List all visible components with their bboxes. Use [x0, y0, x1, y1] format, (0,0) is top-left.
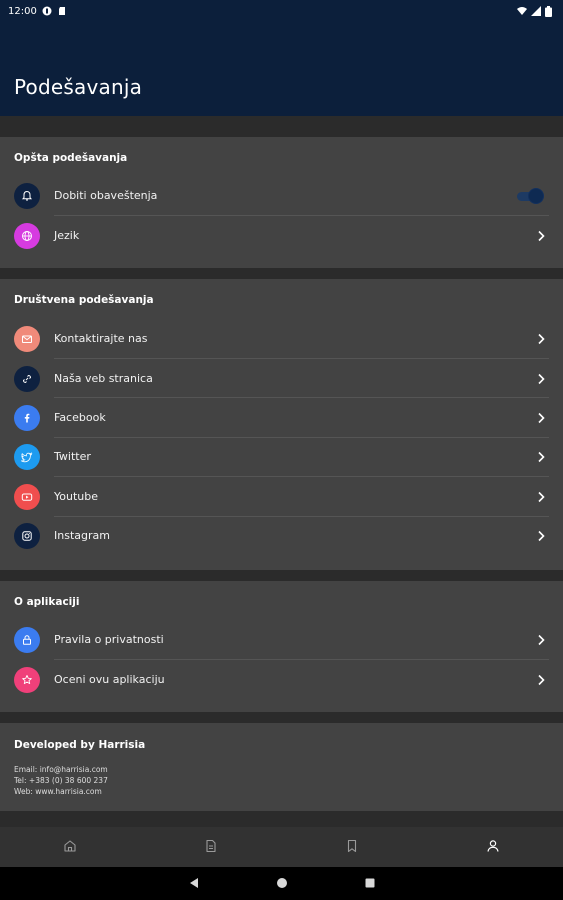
notifications-row[interactable]: Dobiti obaveštenja — [0, 176, 563, 215]
language-row[interactable]: Jezik — [0, 216, 563, 255]
facebook-label: Facebook — [54, 411, 106, 424]
developer-email: Email: info@harrisia.com — [14, 765, 108, 774]
youtube-label: Youtube — [54, 490, 98, 503]
person-icon — [486, 838, 500, 857]
back-icon[interactable] — [188, 874, 200, 893]
page-title: Podešavanja — [14, 75, 143, 99]
nav-home[interactable] — [0, 827, 141, 867]
star-icon — [14, 666, 40, 693]
privacy-label: Pravila o privatnosti — [54, 633, 164, 646]
status-bar: 12:00 — [0, 0, 563, 22]
status-sdcard-icon — [57, 6, 67, 16]
chevron-right-icon — [535, 373, 547, 385]
developer-tel: Tel: +383 (0) 38 600 237 — [14, 776, 108, 785]
contact-label: Kontaktirajte nas — [54, 332, 148, 345]
youtube-row[interactable]: Youtube — [0, 477, 563, 516]
twitter-icon — [14, 443, 40, 470]
chevron-right-icon — [535, 412, 547, 424]
contact-row[interactable]: Kontaktirajte nas — [0, 319, 563, 358]
status-app-icon — [42, 6, 52, 16]
chevron-right-icon — [535, 230, 547, 242]
social-settings-card: Društvena podešavanja Kontaktirajte nas … — [0, 279, 563, 570]
link-icon — [14, 365, 40, 392]
notifications-label: Dobiti obaveštenja — [54, 189, 158, 202]
chevron-right-icon — [535, 451, 547, 463]
general-settings-title: Opšta podešavanja — [14, 152, 128, 164]
chevron-right-icon — [535, 530, 547, 542]
home-icon — [63, 838, 77, 857]
website-label: Naša veb stranica — [54, 372, 153, 385]
youtube-icon — [14, 483, 40, 510]
recents-icon[interactable] — [364, 874, 376, 893]
chevron-right-icon — [535, 333, 547, 345]
developer-card: Developed by Harrisia Email: info@harris… — [0, 723, 563, 811]
notifications-toggle[interactable] — [517, 188, 543, 203]
system-nav-bar — [0, 867, 563, 900]
about-title: O aplikaciji — [14, 596, 80, 608]
rate-app-label: Oceni ovu aplikaciju — [54, 673, 165, 686]
status-time: 12:00 — [8, 5, 37, 17]
social-settings-title: Društvena podešavanja — [14, 294, 154, 306]
globe-icon — [14, 222, 40, 249]
about-card: O aplikaciji Pravila o privatnosti Oceni… — [0, 581, 563, 712]
privacy-row[interactable]: Pravila o privatnosti — [0, 620, 563, 659]
chevron-right-icon — [535, 674, 547, 686]
instagram-label: Instagram — [54, 529, 110, 542]
language-label: Jezik — [54, 229, 80, 242]
bell-icon — [14, 182, 40, 209]
instagram-row[interactable]: Instagram — [0, 516, 563, 555]
facebook-icon — [14, 404, 40, 431]
general-settings-card: Opšta podešavanja Dobiti obaveštenja Jez… — [0, 137, 563, 268]
website-row[interactable]: Naša veb stranica — [0, 359, 563, 398]
battery-icon — [545, 6, 555, 17]
signal-icon — [531, 6, 541, 16]
bookmark-icon — [345, 838, 359, 857]
facebook-row[interactable]: Facebook — [0, 398, 563, 437]
nav-profile[interactable] — [422, 827, 563, 867]
chevron-right-icon — [535, 634, 547, 646]
lock-icon — [14, 626, 40, 653]
instagram-icon — [14, 522, 40, 549]
chevron-right-icon — [535, 491, 547, 503]
twitter-label: Twitter — [54, 450, 91, 463]
nav-documents[interactable] — [141, 827, 282, 867]
twitter-row[interactable]: Twitter — [0, 437, 563, 476]
developer-title: Developed by Harrisia — [14, 739, 146, 751]
wifi-icon — [517, 6, 527, 16]
nav-bookmarks[interactable] — [282, 827, 423, 867]
developer-web: Web: www.harrisia.com — [14, 787, 102, 796]
document-icon — [204, 838, 218, 857]
app-header — [0, 22, 563, 116]
bottom-nav — [0, 827, 563, 867]
mail-icon — [14, 325, 40, 352]
home-circle-icon[interactable] — [276, 874, 288, 893]
rate-app-row[interactable]: Oceni ovu aplikaciju — [0, 660, 563, 699]
